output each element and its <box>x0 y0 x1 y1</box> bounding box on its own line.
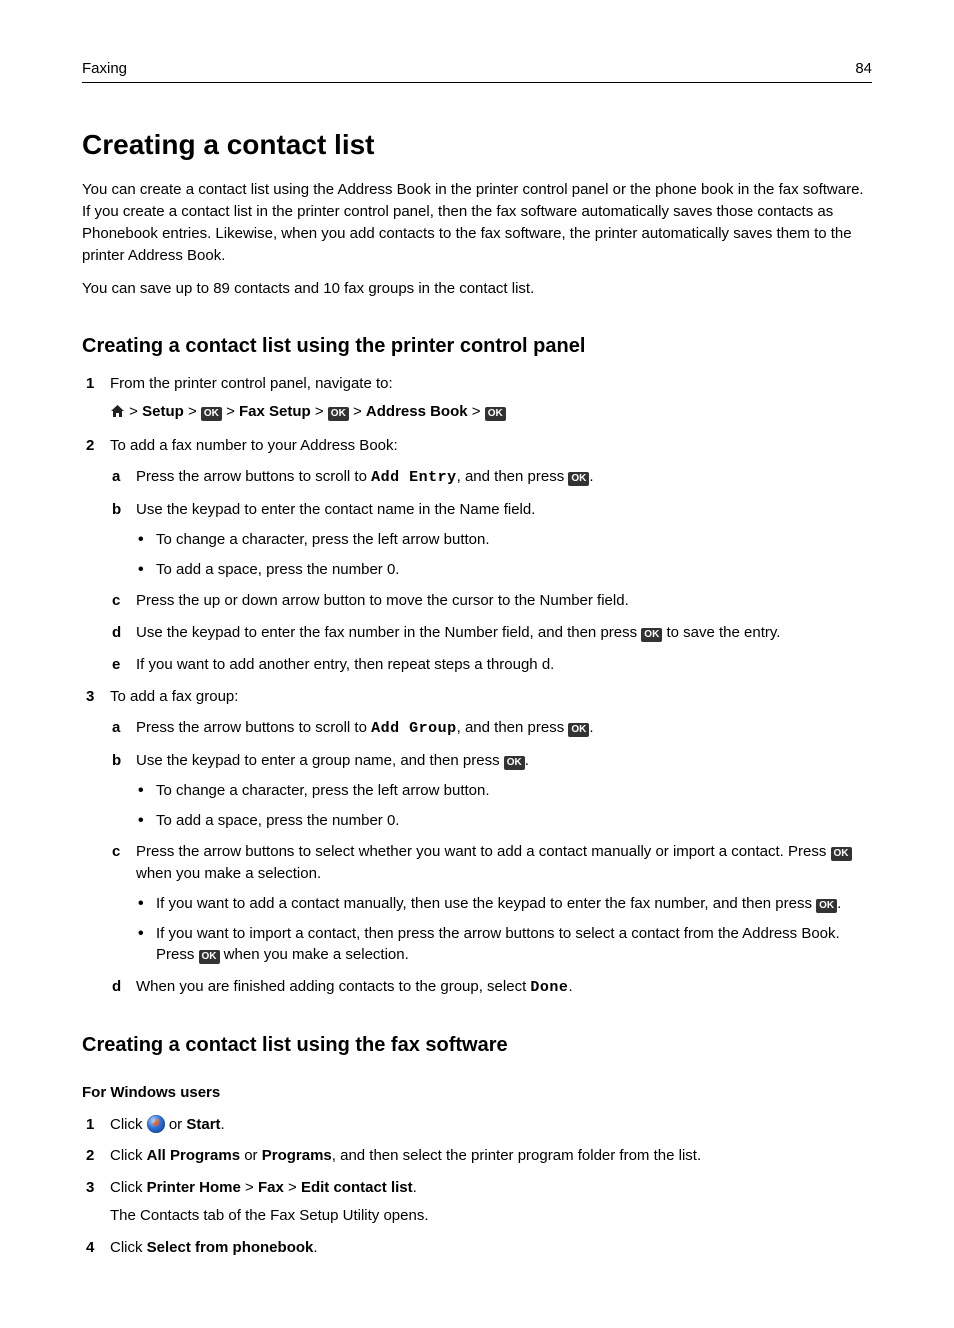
nav-address-book: Address Book <box>366 403 468 420</box>
step-3a-pre: Press the arrow buttons to scroll to <box>136 719 371 736</box>
ok-icon: OK <box>568 472 589 486</box>
ok-icon: OK <box>831 847 852 861</box>
step-3c-pre: Press the arrow buttons to select whethe… <box>136 843 831 860</box>
win-step-4: Click Select from phonebook. <box>82 1237 872 1259</box>
step-3c-bullet-1: If you want to add a contact manually, t… <box>136 893 872 915</box>
home-icon <box>110 403 125 425</box>
step-2b-bullets: To change a character, press the left ar… <box>136 529 872 581</box>
win-1-or: or <box>165 1116 187 1133</box>
step-2b-bullet-2: To add a space, press the number 0. <box>136 559 872 581</box>
step-1: From the printer control panel, navigate… <box>82 373 872 425</box>
nav-fax-setup: Fax Setup <box>239 403 311 420</box>
win-2-pre: Click <box>110 1147 147 1164</box>
win-4-b: Select from phonebook <box>147 1239 314 1256</box>
step-2c: Press the up or down arrow button to mov… <box>110 590 872 612</box>
start-orb-icon <box>147 1115 165 1133</box>
nav-sep: > <box>353 403 362 420</box>
nav-sep: > <box>129 403 138 420</box>
ok-icon: OK <box>199 950 220 964</box>
step-3b: Use the keypad to enter a group name, an… <box>110 750 872 831</box>
step-3b-bullet-2: To add a space, press the number 0. <box>136 810 872 832</box>
step-3: To add a fax group: Press the arrow butt… <box>82 686 872 999</box>
step-2a-pre: Press the arrow buttons to scroll to <box>136 468 371 485</box>
nav-sep: > <box>472 403 481 420</box>
win-step-2: Click All Programs or Programs, and then… <box>82 1145 872 1167</box>
section-a-heading: Creating a contact list using the printe… <box>82 332 872 361</box>
ok-icon: OK <box>328 407 349 421</box>
step-2a-mono: Add Entry <box>371 469 457 486</box>
step-3c-post: when you make a selection. <box>136 865 321 882</box>
ok-icon: OK <box>641 628 662 642</box>
step-2e: If you want to add another entry, then r… <box>110 654 872 676</box>
step-3b-bullet-1: To change a character, press the left ar… <box>136 780 872 802</box>
step-3d: When you are finished adding contacts to… <box>110 976 872 999</box>
ok-icon: OK <box>504 756 525 770</box>
page: Faxing 84 Creating a contact list You ca… <box>0 0 954 1328</box>
win-3-b2: Fax <box>258 1179 284 1196</box>
page-header: Faxing 84 <box>82 58 872 83</box>
step-3c: Press the arrow buttons to select whethe… <box>110 841 872 966</box>
nav-path: > Setup > OK > Fax Setup > OK > Address … <box>110 401 872 425</box>
ok-icon: OK <box>485 407 506 421</box>
win-3-b3: Edit contact list <box>301 1179 413 1196</box>
intro-paragraph-1: You can create a contact list using the … <box>82 179 872 266</box>
ok-icon: OK <box>201 407 222 421</box>
win-4-pre: Click <box>110 1239 147 1256</box>
section-a-steps: From the printer control panel, navigate… <box>82 373 872 999</box>
step-3a-mono: Add Group <box>371 720 457 737</box>
step-3a: Press the arrow buttons to scroll to Add… <box>110 717 872 740</box>
step-3d-mono: Done <box>530 979 568 996</box>
ok-icon: OK <box>568 723 589 737</box>
win-1-pre: Click <box>110 1116 147 1133</box>
windows-users-heading: For Windows users <box>82 1082 872 1104</box>
nav-sep: > <box>315 403 324 420</box>
header-page-number: 84 <box>855 58 872 80</box>
win-step-3: Click Printer Home > Fax > Edit contact … <box>82 1177 872 1227</box>
header-section: Faxing <box>82 58 127 80</box>
step-3c-b2-post: when you make a selection. <box>220 946 409 963</box>
win-3-pre: Click <box>110 1179 147 1196</box>
step-3-lead: To add a fax group: <box>110 688 238 705</box>
win-step-1: Click or Start. <box>82 1114 872 1136</box>
win-2-or: or <box>240 1147 262 1164</box>
step-2d-pre: Use the keypad to enter the fax number i… <box>136 624 641 641</box>
win-3-sub: The Contacts tab of the Fax Setup Utilit… <box>110 1205 872 1227</box>
step-2a-post: , and then press <box>457 468 569 485</box>
nav-sep: > <box>188 403 197 420</box>
win-1-start: Start <box>186 1116 220 1133</box>
page-title: Creating a contact list <box>82 125 872 166</box>
step-2b-bullet-1: To change a character, press the left ar… <box>136 529 872 551</box>
step-3-substeps: Press the arrow buttons to scroll to Add… <box>110 717 872 999</box>
step-3b-bullets: To change a character, press the left ar… <box>136 780 872 832</box>
step-2b-text: Use the keypad to enter the contact name… <box>136 501 535 518</box>
win-3-b1: Printer Home <box>147 1179 241 1196</box>
nav-sep: > <box>245 1179 254 1196</box>
step-2-substeps: Press the arrow buttons to scroll to Add… <box>110 466 872 675</box>
step-3c-bullets: If you want to add a contact manually, t… <box>136 893 872 966</box>
step-2b: Use the keypad to enter the contact name… <box>110 499 872 580</box>
step-2d-post: to save the entry. <box>662 624 780 641</box>
step-2d: Use the keypad to enter the fax number i… <box>110 622 872 644</box>
step-3c-b1-pre: If you want to add a contact manually, t… <box>156 895 816 912</box>
step-2a: Press the arrow buttons to scroll to Add… <box>110 466 872 489</box>
step-3c-bullet-2: If you want to import a contact, then pr… <box>136 923 872 967</box>
step-1-lead: From the printer control panel, navigate… <box>110 375 393 392</box>
intro-paragraph-2: You can save up to 89 contacts and 10 fa… <box>82 278 872 300</box>
step-3a-post: , and then press <box>457 719 569 736</box>
ok-icon: OK <box>816 899 837 913</box>
windows-steps: Click or Start. Click All Programs or Pr… <box>82 1114 872 1259</box>
win-2-post: , and then select the printer program fo… <box>332 1147 701 1164</box>
win-2-b2: Programs <box>262 1147 332 1164</box>
step-2-lead: To add a fax number to your Address Book… <box>110 437 398 454</box>
section-b-heading: Creating a contact list using the fax so… <box>82 1031 872 1060</box>
nav-sep: > <box>288 1179 297 1196</box>
step-3d-pre: When you are finished adding contacts to… <box>136 978 530 995</box>
nav-sep: > <box>226 403 235 420</box>
step-3b-pre: Use the keypad to enter a group name, an… <box>136 752 504 769</box>
step-2: To add a fax number to your Address Book… <box>82 435 872 676</box>
win-2-b1: All Programs <box>147 1147 240 1164</box>
nav-setup: Setup <box>142 403 184 420</box>
